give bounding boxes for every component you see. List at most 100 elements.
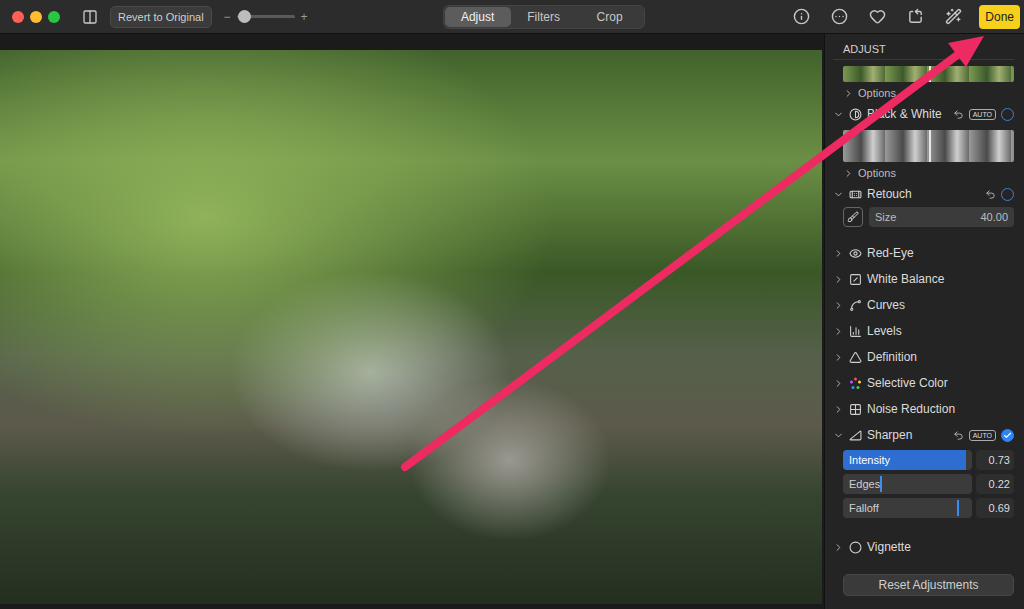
thumbnail-divider[interactable] bbox=[929, 66, 931, 82]
section-label: Noise Reduction bbox=[867, 402, 1014, 416]
revert-button[interactable]: Revert to Original bbox=[110, 6, 212, 28]
section-label: Curves bbox=[867, 298, 1014, 312]
slider-value[interactable]: 0.73 bbox=[976, 450, 1014, 470]
more-button[interactable] bbox=[831, 8, 848, 25]
photos-editor: Revert to Original−+AdjustFiltersCropDon… bbox=[0, 0, 1024, 609]
magic-wand-icon bbox=[945, 8, 962, 25]
split-view-icon bbox=[82, 9, 98, 25]
auto-badge[interactable]: AUTO bbox=[969, 109, 996, 120]
photo[interactable] bbox=[0, 50, 822, 604]
adjust-section: Options bbox=[833, 60, 1014, 104]
mode-tab[interactable]: Adjust bbox=[445, 7, 511, 27]
zoom-slider[interactable]: −+ bbox=[224, 10, 308, 24]
chevron-right-icon[interactable] bbox=[833, 248, 844, 259]
brush-button[interactable] bbox=[843, 207, 863, 227]
zoom-out-label[interactable]: − bbox=[224, 10, 231, 24]
preview-thumbnail[interactable] bbox=[843, 66, 1014, 82]
chevron-right-icon[interactable] bbox=[833, 326, 844, 337]
size-slider[interactable]: Size40.00 bbox=[869, 207, 1014, 227]
slider-row[interactable]: Intensity 0.73 bbox=[843, 448, 1014, 472]
chevron-right-icon[interactable] bbox=[833, 300, 844, 311]
chevron-down-icon[interactable] bbox=[833, 430, 844, 441]
section-header[interactable]: Definition bbox=[833, 344, 1014, 370]
chevron-down-icon[interactable] bbox=[833, 109, 844, 120]
section-header[interactable]: Black & White AUTO bbox=[833, 104, 1014, 124]
sidebar-title: ADJUST bbox=[833, 34, 1014, 60]
noise-reduction-icon bbox=[849, 403, 862, 416]
slider-track[interactable]: Intensity bbox=[843, 450, 972, 470]
chevron-right-icon[interactable] bbox=[833, 352, 844, 363]
minimize-button[interactable] bbox=[30, 11, 42, 23]
revert-icon[interactable] bbox=[953, 430, 964, 441]
thumbnail-divider[interactable] bbox=[929, 130, 931, 162]
revert-icon[interactable] bbox=[953, 109, 964, 120]
split-view-button[interactable] bbox=[82, 9, 98, 25]
slider-row[interactable]: Falloff0.69 bbox=[843, 496, 1014, 520]
section-label: Vignette bbox=[867, 540, 1014, 554]
enable-toggle[interactable] bbox=[1001, 188, 1014, 201]
photo-area bbox=[0, 34, 824, 609]
section-header[interactable]: White Balance bbox=[833, 266, 1014, 292]
zoom-knob[interactable] bbox=[238, 10, 251, 23]
section-header[interactable]: Selective Color bbox=[833, 370, 1014, 396]
chevron-right-icon[interactable] bbox=[833, 542, 844, 553]
slider-row[interactable]: Edges0.22 bbox=[843, 472, 1014, 496]
info-button[interactable] bbox=[793, 8, 810, 25]
check-icon bbox=[1003, 431, 1012, 440]
options-row[interactable]: Options bbox=[833, 82, 1014, 104]
chevron-right-icon[interactable] bbox=[833, 404, 844, 415]
chevron-down-icon[interactable] bbox=[833, 189, 844, 200]
adjust-section: Retouch Size40.00 bbox=[833, 184, 1014, 240]
toolbar-actions: Done bbox=[793, 5, 1020, 29]
auto-enhance-button[interactable] bbox=[945, 8, 962, 25]
adjust-section: Sharpen AUTO Intensity 0.73Edges0.22Falloff… bbox=[833, 422, 1014, 520]
retouch-icon bbox=[849, 188, 862, 201]
slider-marker[interactable] bbox=[880, 476, 882, 492]
favorite-button[interactable] bbox=[869, 8, 886, 25]
zoom-in-label[interactable]: + bbox=[301, 10, 308, 24]
mode-tab[interactable]: Crop bbox=[577, 7, 643, 27]
preview-thumbnail[interactable] bbox=[843, 130, 1014, 162]
section-header[interactable]: Curves bbox=[833, 292, 1014, 318]
done-button[interactable]: Done bbox=[979, 5, 1020, 29]
adjust-section: Black & White AUTO Options bbox=[833, 104, 1014, 184]
section-header[interactable]: Sharpen AUTO bbox=[833, 422, 1014, 448]
section-header[interactable]: Levels bbox=[833, 318, 1014, 344]
slider-value: 40.00 bbox=[980, 211, 1008, 223]
section-label: Sharpen bbox=[867, 428, 948, 442]
section-header[interactable]: Noise Reduction bbox=[833, 396, 1014, 422]
enable-toggle[interactable] bbox=[1001, 429, 1014, 442]
chevron-right-icon[interactable] bbox=[833, 378, 844, 389]
rotate-button[interactable] bbox=[907, 8, 924, 25]
section-header[interactable]: Retouch bbox=[833, 184, 1014, 204]
section-label: Selective Color bbox=[867, 376, 1014, 390]
zoom-button[interactable] bbox=[48, 11, 60, 23]
section-header[interactable]: Vignette bbox=[833, 534, 1014, 560]
toolbar: Revert to Original−+AdjustFiltersCropDon… bbox=[0, 0, 1024, 34]
close-button[interactable] bbox=[12, 11, 24, 23]
heart-icon bbox=[869, 8, 886, 25]
chevron-right-icon[interactable] bbox=[843, 168, 854, 179]
zoom-track[interactable] bbox=[237, 15, 295, 18]
options-row[interactable]: Options bbox=[833, 162, 1014, 184]
auto-badge[interactable]: AUTO bbox=[969, 430, 996, 441]
editor-body: ADJUSTOptionsBlack & WhiteAUTOOptionsRet… bbox=[0, 34, 1024, 609]
red-eye-icon bbox=[849, 247, 862, 260]
section-header[interactable]: Red-Eye bbox=[833, 240, 1014, 266]
reset-adjustments-button[interactable]: Reset Adjustments bbox=[843, 574, 1014, 596]
slider-track[interactable]: Falloff bbox=[843, 498, 972, 518]
section-label: Black & White bbox=[867, 107, 948, 121]
mode-tab[interactable]: Filters bbox=[511, 7, 577, 27]
slider-value[interactable]: 0.69 bbox=[976, 498, 1014, 518]
revert-icon[interactable] bbox=[985, 189, 996, 200]
sharpen-icon bbox=[849, 429, 862, 442]
options-label: Options bbox=[858, 87, 896, 99]
slider-track[interactable]: Edges bbox=[843, 474, 972, 494]
slider-value[interactable]: 0.22 bbox=[976, 474, 1014, 494]
slider-marker[interactable] bbox=[957, 500, 959, 516]
enable-toggle[interactable] bbox=[1001, 108, 1014, 121]
chevron-right-icon[interactable] bbox=[843, 88, 854, 99]
selective-color-icon bbox=[849, 377, 862, 390]
chevron-right-icon[interactable] bbox=[833, 274, 844, 285]
slider-label: Intensity bbox=[849, 454, 890, 466]
